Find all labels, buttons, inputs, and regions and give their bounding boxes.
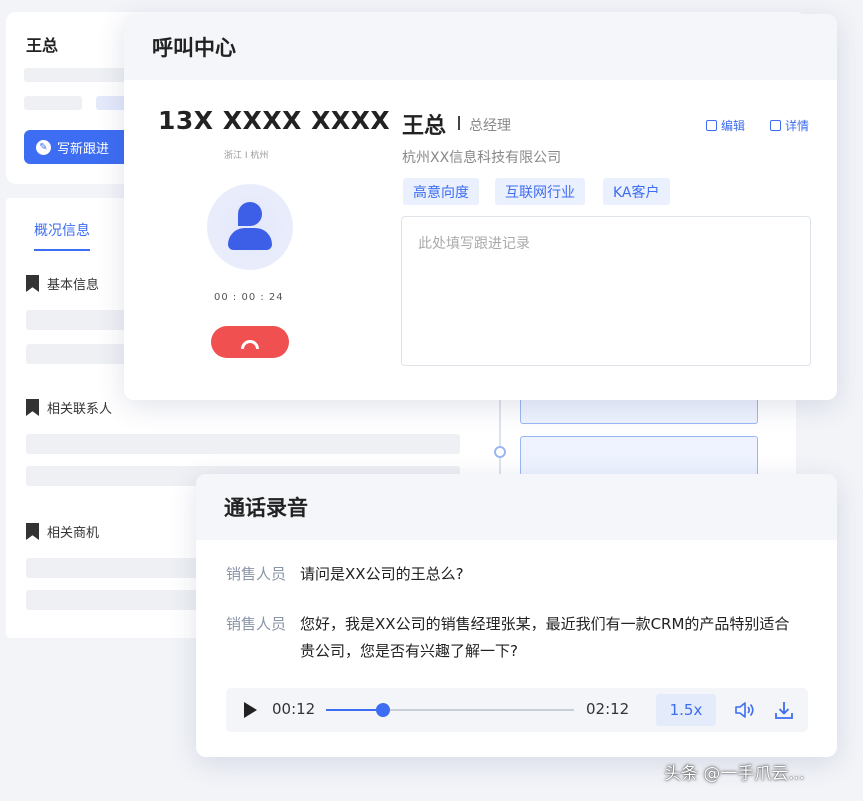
caller-region: 浙江 I 杭州 [224,151,269,161]
timeline-entry [520,436,758,476]
tag-industry: 互联网行业 [495,178,585,205]
hangup-button[interactable] [211,326,289,358]
placeholder-line [26,344,126,364]
watermark: 头条 @一手爪云... [664,764,805,784]
total-time: 02:12 [586,700,630,718]
customer-name: 王总 [402,114,447,139]
download-icon[interactable] [773,699,795,721]
pen-icon: ✎ [36,139,51,155]
call-recording-title: 通话录音 [196,474,837,540]
detail-button[interactable]: 详情 [770,117,809,134]
speaker-label: 销售人员 [226,615,287,633]
transcript-message: 销售人员 请问是XX公司的王总么? [226,561,800,588]
divider [458,116,460,130]
section-related-opportunities: 相关商机 [26,522,99,541]
progress-handle[interactable] [376,703,391,717]
call-center-panel: 呼叫中心 13X XXXX XXXX 浙江 I 杭州 00 : 00 : 24 … [124,14,837,400]
call-center-title: 呼叫中心 [124,14,837,80]
placeholder-line [24,96,82,110]
progress-bar[interactable] [326,703,574,717]
followup-note-input[interactable]: 此处填写跟进记录 [401,216,811,366]
edit-icon [706,120,717,131]
customer-title: 总经理 [469,118,511,134]
progress-fill [326,709,384,711]
placeholder-line [26,590,216,610]
message-text: 请问是XX公司的王总么? [300,565,464,583]
playback-speed-button[interactable]: 1.5x [656,694,716,726]
call-recording-panel: 通话录音 销售人员 请问是XX公司的王总么? 销售人员 您好，我是XX公司的销售… [196,474,837,757]
detail-label: 详情 [785,119,810,133]
profile-icon [770,120,781,131]
placeholder-line [26,434,460,454]
section-label: 相关商机 [47,526,100,541]
current-time: 00:12 [272,700,316,718]
tag-ka-customer: KA客户 [603,178,670,205]
audio-player: 00:12 02:12 1.5x [226,688,808,732]
avatar [207,184,293,270]
speaker-label: 销售人员 [226,565,287,583]
user-icon [228,202,272,252]
transcript-message: 销售人员 您好，我是XX公司的销售经理张某，最近我们有一款CRM的产品特别适合贵… [226,611,800,665]
tab-overview[interactable]: 概况信息 [34,220,90,251]
section-label: 相关联系人 [47,402,113,417]
bookmark-icon [26,275,39,292]
phone-hangup-icon [241,339,259,349]
bookmark-icon [26,399,39,416]
section-basic-info: 基本信息 [26,274,99,293]
customer-company: 杭州XX信息科技有限公司 [402,150,562,166]
write-followup-button[interactable]: ✎ 写新跟进 [24,130,136,164]
section-label: 基本信息 [47,278,100,293]
placeholder-line [26,558,216,578]
edit-label: 编辑 [721,119,746,133]
volume-icon[interactable] [734,700,756,720]
message-text: 您好，我是XX公司的销售经理张某，最近我们有一款CRM的产品特别适合贵公司，您是… [300,615,790,660]
timeline-dot [494,446,506,458]
edit-button[interactable]: 编辑 [706,117,745,134]
write-followup-label: 写新跟进 [57,141,110,157]
call-timer: 00 : 00 : 24 [214,292,284,303]
contact-name: 王总 [26,36,59,55]
bookmark-icon [26,523,39,540]
phone-number: 13X XXXX XXXX [158,106,391,135]
placeholder-line [24,68,134,82]
play-icon[interactable] [244,702,257,718]
tag-high-intent: 高意向度 [403,178,479,205]
section-related-contacts: 相关联系人 [26,398,112,417]
placeholder-line [26,310,126,330]
